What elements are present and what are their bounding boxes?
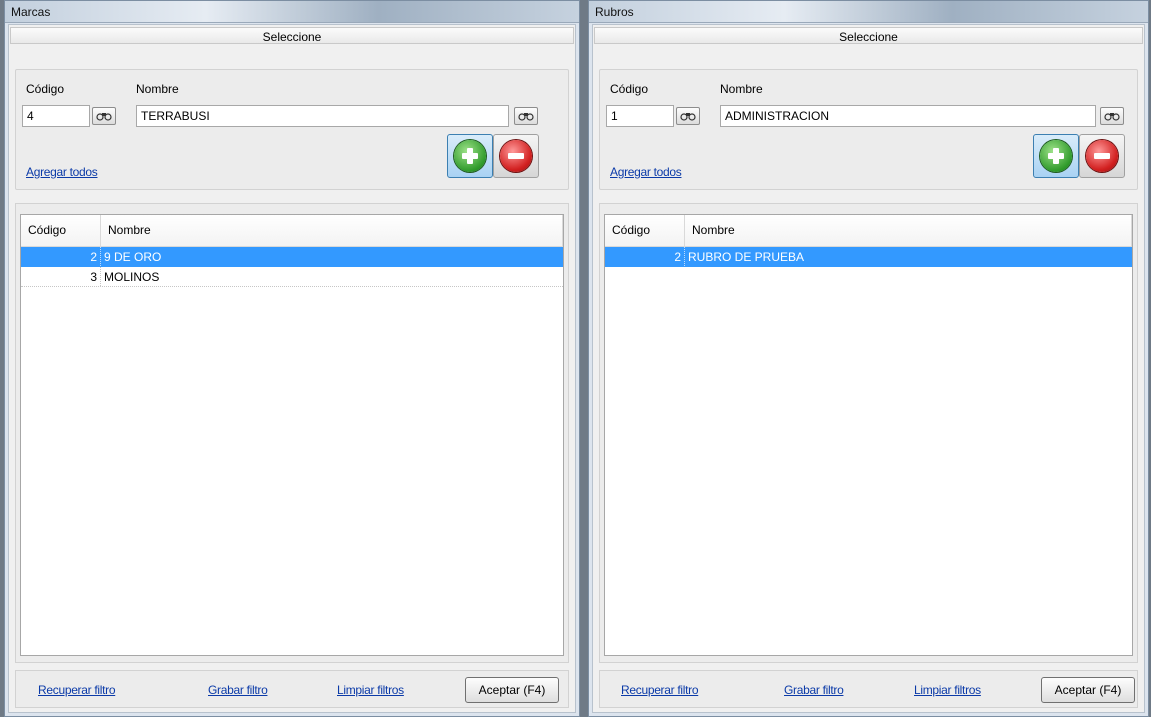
- code-input[interactable]: 4: [22, 105, 90, 127]
- grid-header: Código Nombre: [21, 215, 563, 247]
- selection-grid[interactable]: Código Nombre 2 9 DE ORO 3 MOLINOS: [20, 214, 564, 656]
- column-header-name[interactable]: Nombre: [101, 215, 563, 246]
- name-label: Nombre: [720, 82, 763, 96]
- table-row[interactable]: 2 RUBRO DE PRUEBA: [605, 247, 1132, 267]
- clear-filters-link[interactable]: Limpiar filtros: [337, 683, 404, 697]
- green-plus-icon: [1040, 140, 1072, 172]
- section-header: Seleccione: [594, 27, 1143, 44]
- selection-grid[interactable]: Código Nombre 2 RUBRO DE PRUEBA: [604, 214, 1133, 656]
- window-title: Marcas: [5, 1, 579, 23]
- column-header-name[interactable]: Nombre: [685, 215, 1132, 246]
- name-input[interactable]: TERRABUSI: [136, 105, 509, 127]
- recover-filter-link[interactable]: Recuperar filtro: [621, 683, 699, 697]
- binoculars-icon: [680, 113, 696, 121]
- binoculars-icon: [1104, 113, 1120, 121]
- window-client-area: Seleccione Código Nombre 1 ADMINISTRACIO…: [592, 24, 1145, 713]
- column-header-code[interactable]: Código: [21, 215, 101, 246]
- add-all-link[interactable]: Agregar todos: [26, 165, 98, 179]
- window-client-area: Seleccione Código Nombre 4 TERRABUSI Agr…: [8, 24, 576, 713]
- column-header-code[interactable]: Código: [605, 215, 685, 246]
- filter-panel: Código Nombre 4 TERRABUSI Agregar todos: [15, 69, 569, 190]
- red-minus-icon: [500, 140, 532, 172]
- footer-bar: Recuperar filtro Grabar filtro Limpiar f…: [15, 670, 569, 708]
- add-button[interactable]: [447, 134, 493, 178]
- save-filter-link[interactable]: Grabar filtro: [208, 683, 268, 697]
- window-title: Rubros: [589, 1, 1148, 23]
- binoculars-icon: [518, 113, 534, 121]
- row-code: 2: [21, 247, 101, 266]
- accept-button[interactable]: Aceptar (F4): [1041, 677, 1135, 703]
- grid-panel: Código Nombre 2 RUBRO DE PRUEBA: [599, 203, 1138, 663]
- grid-header: Código Nombre: [605, 215, 1132, 247]
- red-minus-icon: [1086, 140, 1118, 172]
- add-button[interactable]: [1033, 134, 1079, 178]
- binoculars-icon: [96, 113, 112, 121]
- row-code: 3: [21, 267, 101, 286]
- rubros-window: Rubros Seleccione Código Nombre 1 ADMINI…: [588, 0, 1149, 717]
- table-row[interactable]: 2 9 DE ORO: [21, 247, 563, 267]
- section-header: Seleccione: [10, 27, 574, 44]
- row-code: 2: [605, 247, 685, 266]
- name-search-button[interactable]: [1100, 107, 1124, 125]
- remove-button[interactable]: [493, 134, 539, 178]
- footer-bar: Recuperar filtro Grabar filtro Limpiar f…: [599, 670, 1138, 708]
- marcas-window: Marcas Seleccione Código Nombre 4 TERRAB…: [4, 0, 580, 717]
- green-plus-icon: [454, 140, 486, 172]
- row-name: MOLINOS: [104, 270, 160, 284]
- name-search-button[interactable]: [514, 107, 538, 125]
- save-filter-link[interactable]: Grabar filtro: [784, 683, 844, 697]
- table-row[interactable]: 3 MOLINOS: [21, 267, 563, 287]
- code-search-button[interactable]: [92, 107, 116, 125]
- code-label: Código: [26, 82, 65, 96]
- name-label: Nombre: [136, 82, 179, 96]
- name-input[interactable]: ADMINISTRACION: [720, 105, 1096, 127]
- row-name: 9 DE ORO: [104, 250, 162, 264]
- grid-panel: Código Nombre 2 9 DE ORO 3 MOLINOS: [15, 203, 569, 663]
- code-label: Código: [610, 82, 649, 96]
- add-all-link[interactable]: Agregar todos: [610, 165, 682, 179]
- code-input[interactable]: 1: [606, 105, 674, 127]
- row-name: RUBRO DE PRUEBA: [688, 250, 805, 264]
- code-search-button[interactable]: [676, 107, 700, 125]
- filter-panel: Código Nombre 1 ADMINISTRACION Agregar t…: [599, 69, 1138, 190]
- recover-filter-link[interactable]: Recuperar filtro: [38, 683, 116, 697]
- clear-filters-link[interactable]: Limpiar filtros: [914, 683, 981, 697]
- remove-button[interactable]: [1079, 134, 1125, 178]
- accept-button[interactable]: Aceptar (F4): [465, 677, 559, 703]
